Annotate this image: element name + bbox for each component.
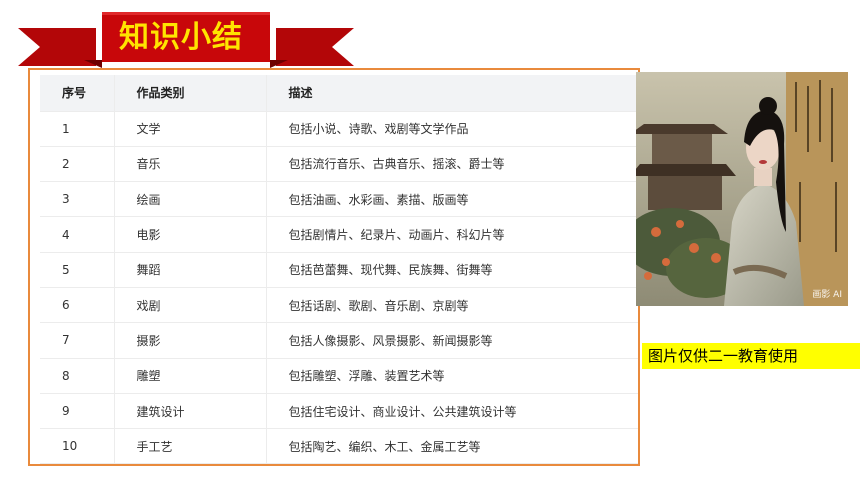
- row-description: 包括话剧、歌剧、音乐剧、京剧等: [266, 287, 638, 324]
- row-category: 绘画: [114, 181, 267, 218]
- row-index: 3: [40, 181, 115, 218]
- row-description: 包括剧情片、纪录片、动画片、科幻片等: [266, 216, 638, 253]
- header-category: 作品类别: [114, 75, 267, 112]
- page-title: 知识小结: [119, 20, 243, 55]
- table-row: 4 电影 包括剧情片、纪录片、动画片、科幻片等: [40, 216, 638, 253]
- row-index: 9: [40, 393, 115, 430]
- watermark-logo: 画影 AI: [812, 290, 842, 300]
- image-usage-caption: 图片仅供二一教育使用: [642, 343, 860, 369]
- table-row: 5 舞蹈 包括芭蕾舞、现代舞、民族舞、街舞等: [40, 252, 638, 288]
- table-row: 3 绘画 包括油画、水彩画、素描、版画等: [40, 181, 638, 218]
- row-index: 6: [40, 287, 115, 324]
- artwork-category-table: 序号 作品类别 描述 1 文学 包括小说、诗歌、戏剧等文学作品 2 音乐 包括流…: [40, 75, 638, 464]
- table-row: 1 文学 包括小说、诗歌、戏剧等文学作品: [40, 111, 638, 147]
- header-index: 序号: [40, 75, 115, 112]
- row-index: 10: [40, 428, 115, 464]
- row-description: 包括小说、诗歌、戏剧等文学作品: [266, 111, 638, 147]
- illustration-art: [636, 72, 848, 306]
- summary-table-panel: 序号 作品类别 描述 1 文学 包括小说、诗歌、戏剧等文学作品 2 音乐 包括流…: [28, 68, 640, 466]
- header-description: 描述: [266, 75, 638, 112]
- row-category: 手工艺: [114, 428, 267, 464]
- row-index: 1: [40, 111, 115, 147]
- row-index: 2: [40, 146, 115, 183]
- row-index: 8: [40, 358, 115, 394]
- row-description: 包括油画、水彩画、素描、版画等: [266, 181, 638, 218]
- table-row: 9 建筑设计 包括住宅设计、商业设计、公共建筑设计等: [40, 393, 638, 430]
- row-category: 戏剧: [114, 287, 267, 324]
- table-row: 2 音乐 包括流行音乐、古典音乐、摇滚、爵士等: [40, 146, 638, 183]
- row-category: 建筑设计: [114, 393, 267, 430]
- row-description: 包括芭蕾舞、现代舞、民族舞、街舞等: [266, 252, 638, 288]
- table-row: 6 戏剧 包括话剧、歌剧、音乐剧、京剧等: [40, 287, 638, 324]
- row-category: 雕塑: [114, 358, 267, 394]
- hanfu-woman-illustration: 画影 AI: [636, 72, 848, 306]
- row-description: 包括流行音乐、古典音乐、摇滚、爵士等: [266, 146, 638, 183]
- table-row: 8 雕塑 包括雕塑、浮雕、装置艺术等: [40, 358, 638, 394]
- title-ribbon: 知识小结: [18, 10, 354, 68]
- table-row: 7 摄影 包括人像摄影、风景摄影、新闻摄影等: [40, 322, 638, 359]
- table-header-row: 序号 作品类别 描述: [40, 75, 638, 112]
- row-index: 7: [40, 322, 115, 359]
- row-index: 4: [40, 216, 115, 253]
- row-description: 包括住宅设计、商业设计、公共建筑设计等: [266, 393, 638, 430]
- table-row: 10 手工艺 包括陶艺、编织、木工、金属工艺等: [40, 428, 638, 464]
- row-category: 摄影: [114, 322, 267, 359]
- row-description: 包括雕塑、浮雕、装置艺术等: [266, 358, 638, 394]
- row-category: 电影: [114, 216, 267, 253]
- row-index: 5: [40, 252, 115, 288]
- row-category: 舞蹈: [114, 252, 267, 288]
- row-category: 文学: [114, 111, 267, 147]
- row-category: 音乐: [114, 146, 267, 183]
- row-description: 包括人像摄影、风景摄影、新闻摄影等: [266, 322, 638, 359]
- row-description: 包括陶艺、编织、木工、金属工艺等: [266, 428, 638, 464]
